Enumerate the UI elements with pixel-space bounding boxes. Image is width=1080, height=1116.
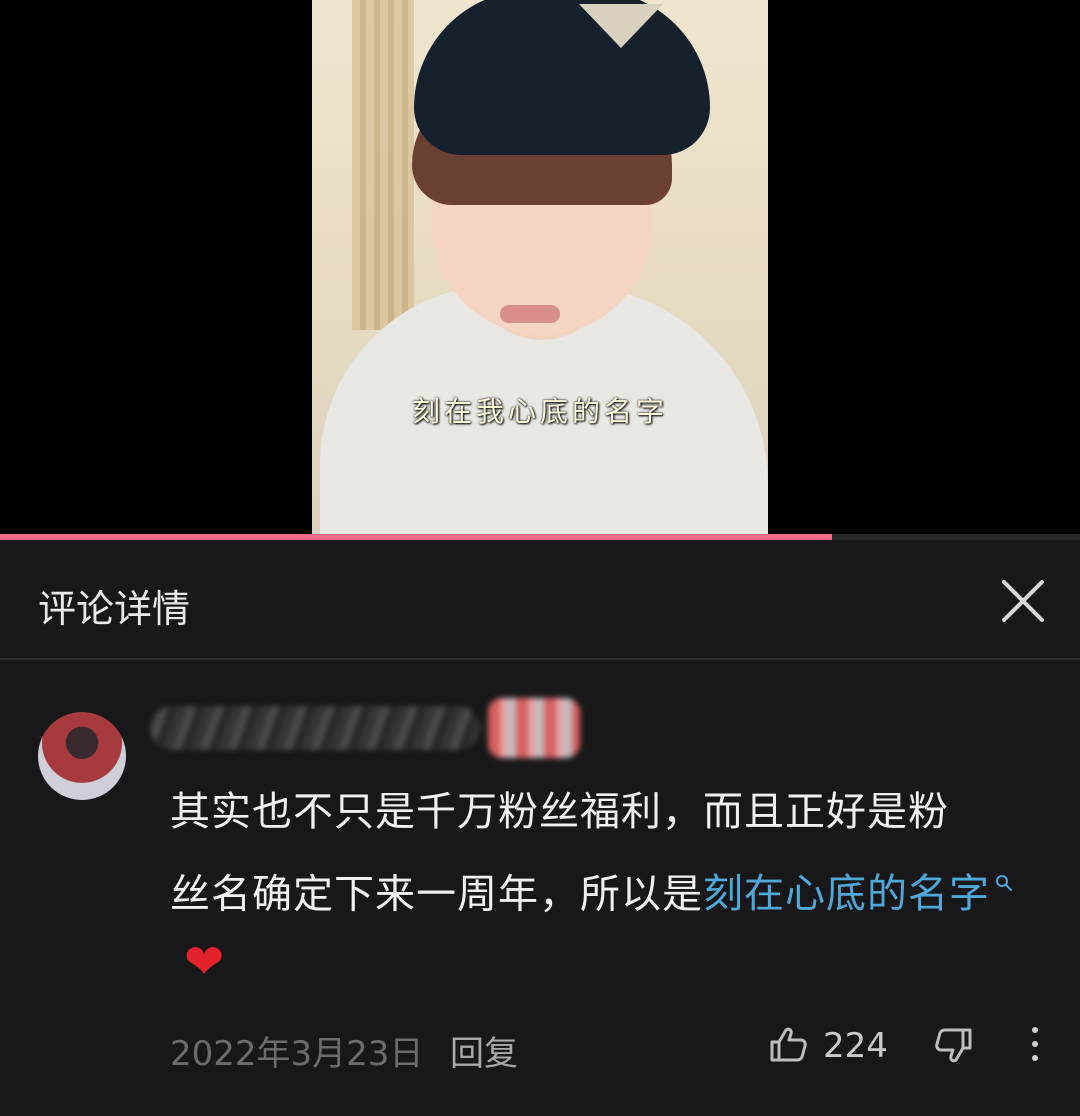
comment-line: 其实也不只是千万粉丝福利，而且正好是粉	[170, 789, 949, 835]
comment-text: 其实也不只是千万粉丝福利，而且正好是粉 丝名确定下来一周年，所以是刻在心底的名字…	[170, 778, 1040, 997]
close-icon	[1002, 580, 1044, 622]
comment-line-text: 丝名确定下来一周年，所以是	[170, 871, 703, 918]
video-player[interactable]: 刻在我心底的名字	[0, 0, 1080, 534]
video-subtitle: 刻在我心底的名字	[411, 395, 668, 428]
avatar[interactable]	[38, 712, 126, 800]
beanie-logo	[579, 4, 663, 48]
comment-line: 丝名确定下来一周年，所以是刻在心底的名字 ❤	[170, 846, 1040, 997]
username-blur-mask	[150, 706, 480, 750]
dislike-button[interactable]	[932, 1024, 976, 1068]
more-vertical-icon	[1032, 1027, 1038, 1061]
reply-button[interactable]: 回复	[450, 1026, 518, 1075]
search-keyword-link[interactable]: 刻在心底的名字	[703, 871, 1014, 917]
like-count: 224	[823, 1026, 888, 1066]
comment-item: 其实也不只是千万粉丝福利，而且正好是粉 丝名确定下来一周年，所以是刻在心底的名字…	[0, 660, 1080, 1116]
close-button[interactable]	[992, 570, 1054, 632]
person-beanie	[414, 0, 710, 155]
thumbs-down-icon	[935, 1028, 972, 1063]
background-curtain	[352, 0, 414, 330]
page-title: 评论详情	[38, 587, 191, 631]
search-icon	[994, 846, 1014, 914]
comment-meta-row: 2022年3月23日 回复 224	[0, 1018, 1080, 1078]
search-keyword-text: 刻在心底的名字	[703, 871, 990, 918]
thumbs-up-icon	[770, 1027, 807, 1062]
more-options-button[interactable]	[1024, 1022, 1046, 1066]
comment-detail-header: 评论详情	[0, 540, 1080, 660]
username-badge-blur	[488, 698, 580, 758]
comment-date: 2022年3月23日	[170, 1034, 424, 1074]
heart-icon: ❤	[184, 934, 226, 991]
video-frame[interactable]: 刻在我心底的名字	[312, 0, 768, 534]
username-obscured[interactable]	[150, 698, 580, 758]
person-lips	[500, 305, 560, 323]
like-button[interactable]	[766, 1022, 810, 1066]
